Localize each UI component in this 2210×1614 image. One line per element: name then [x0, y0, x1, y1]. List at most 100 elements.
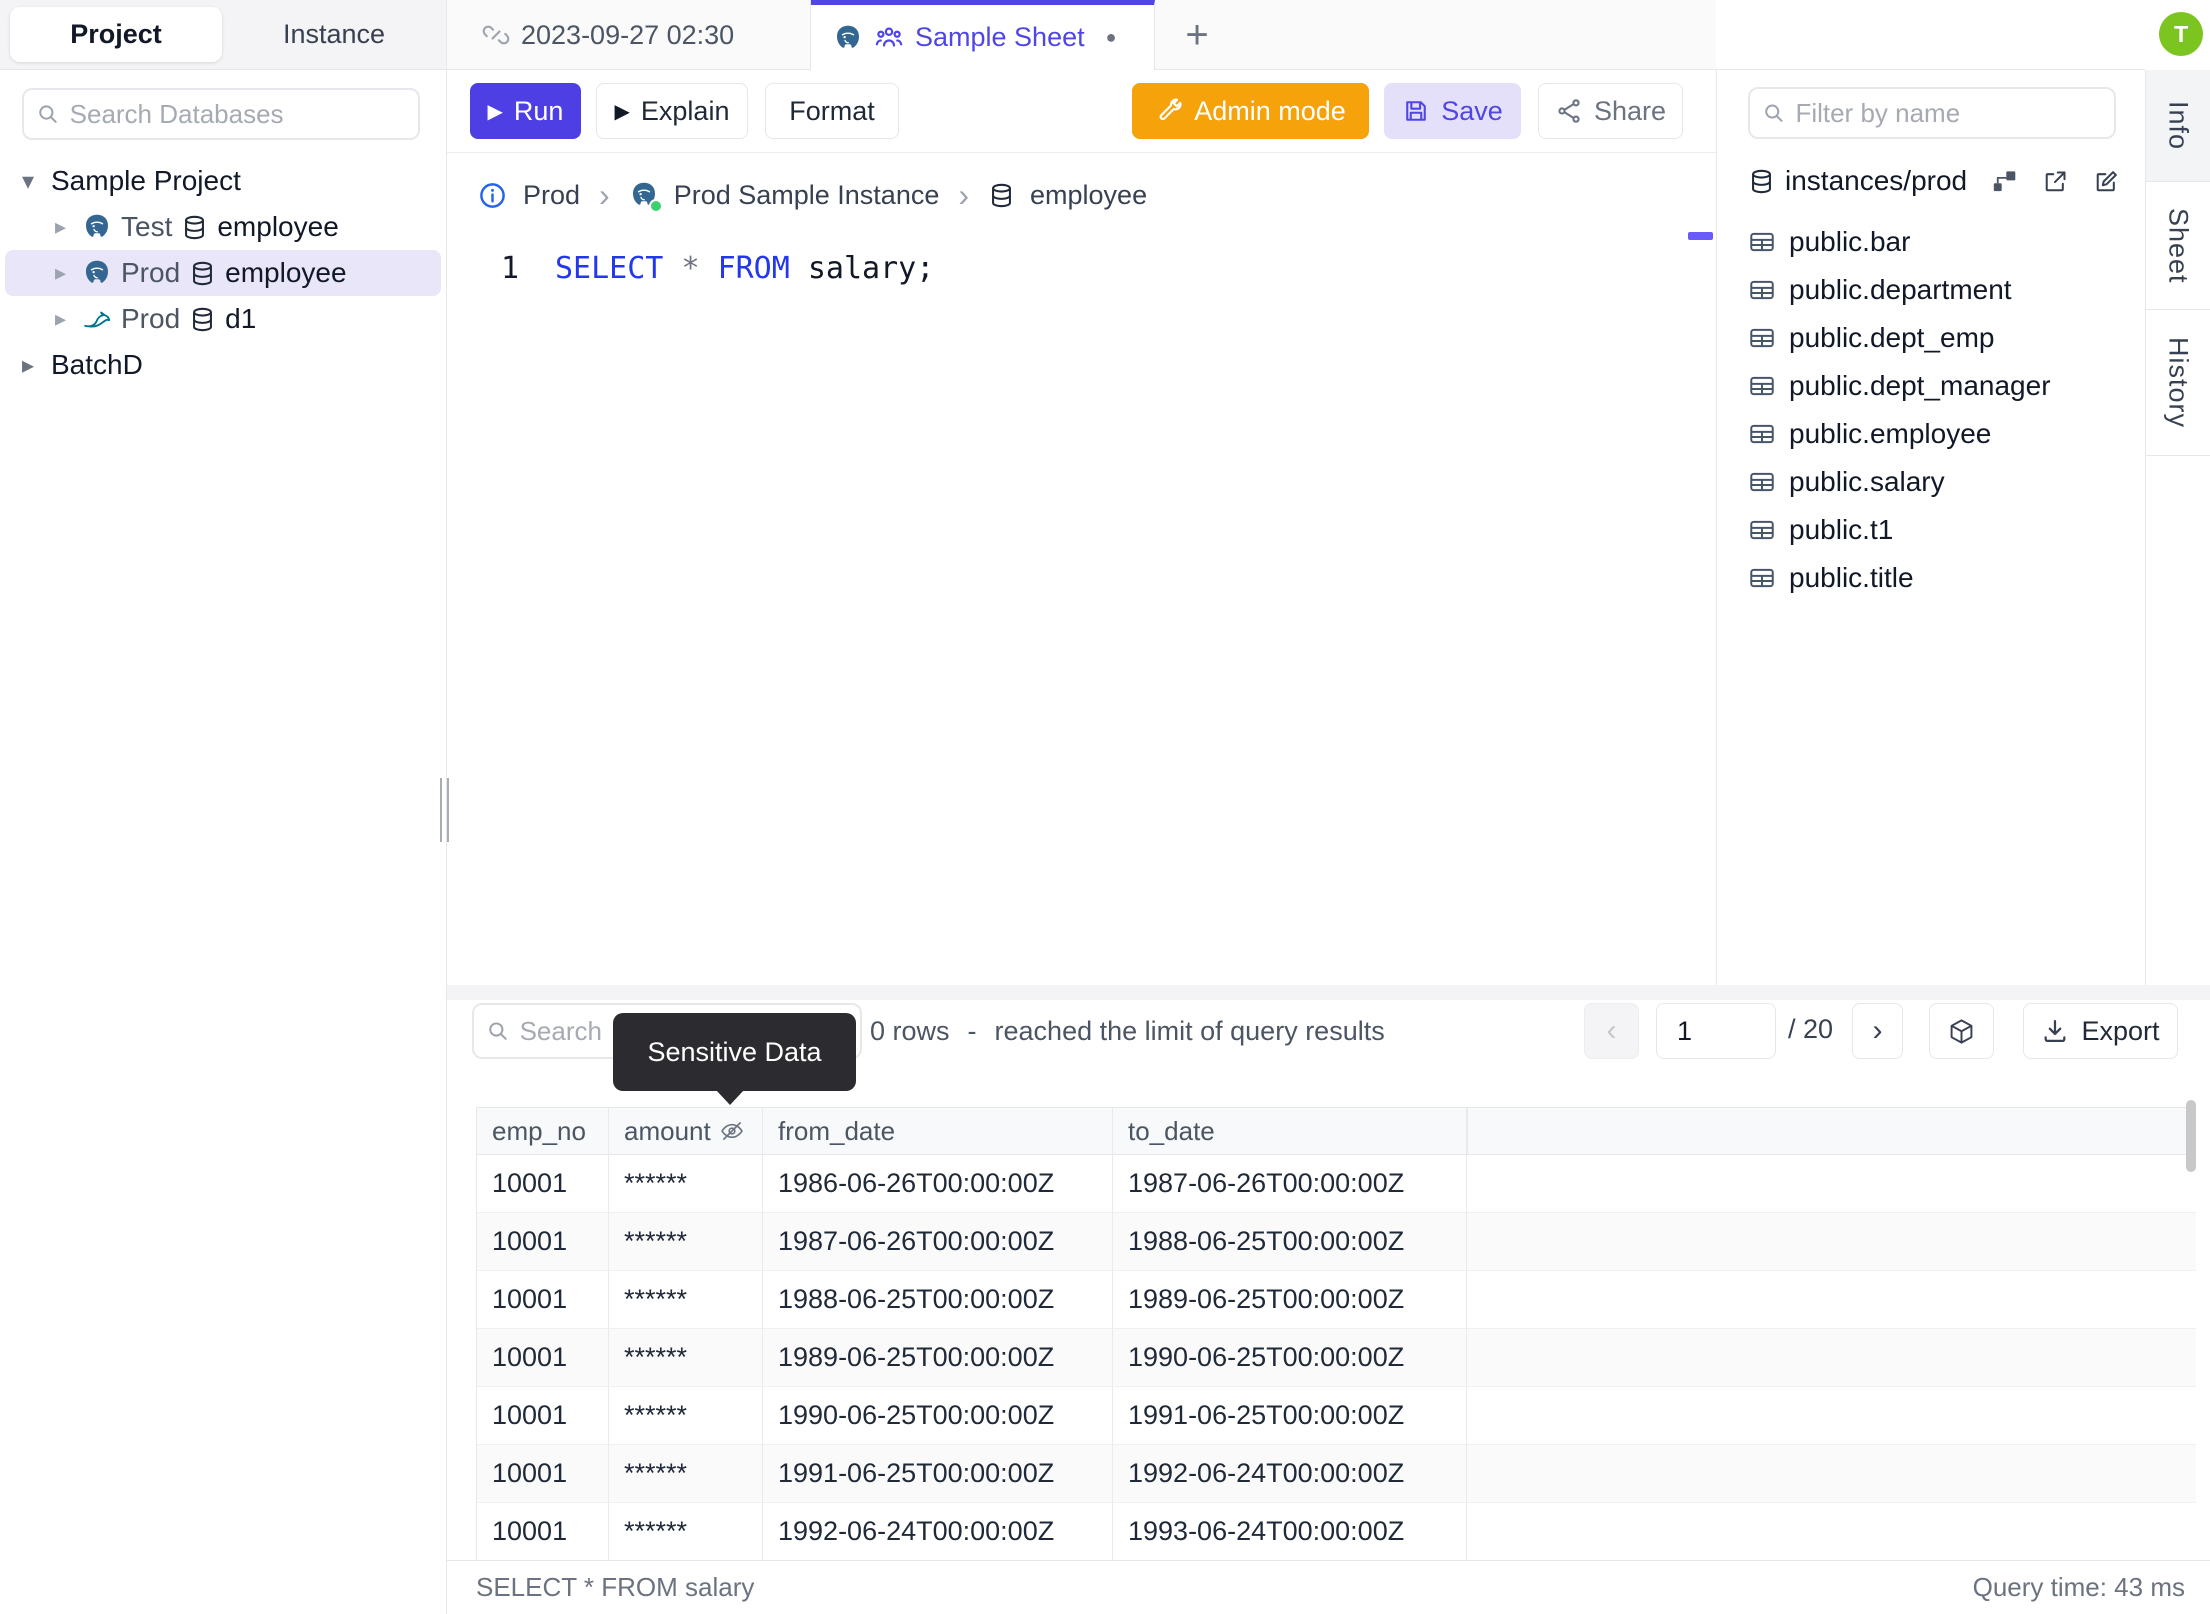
- prev-page-button[interactable]: ‹: [1584, 1003, 1639, 1059]
- page-number-input[interactable]: [1656, 1003, 1776, 1059]
- table-list-item[interactable]: public.dept_emp: [1717, 314, 2145, 362]
- tab-sheet[interactable]: Sheet: [2146, 182, 2210, 310]
- info-icon[interactable]: [477, 180, 508, 211]
- panel-divider: [447, 985, 2210, 1000]
- table-list-item[interactable]: public.employee: [1717, 410, 2145, 458]
- result-view-cube-button[interactable]: [1929, 1003, 1994, 1059]
- play-icon: ▶: [614, 100, 630, 123]
- external-link-icon[interactable]: [2042, 168, 2069, 195]
- run-label: Run: [513, 95, 564, 126]
- table-icon: [1750, 472, 1774, 492]
- postgresql-icon: [86, 214, 108, 237]
- table-row[interactable]: 10001 ****** 1992-06-24T00:00:00Z 1993-0…: [477, 1503, 2196, 1561]
- save-button[interactable]: Save: [1384, 83, 1521, 139]
- vertical-scrollbar-thumb[interactable]: [2186, 1100, 2196, 1172]
- table-row[interactable]: 10001 ****** 1988-06-25T00:00:00Z 1989-0…: [477, 1271, 2196, 1329]
- tree-db-prod-d1[interactable]: ▸ Prod d1: [5, 296, 441, 342]
- column-header-to-date[interactable]: to_date: [1113, 1108, 1467, 1154]
- admin-mode-button[interactable]: Admin mode: [1132, 83, 1369, 139]
- env-label: Test: [121, 211, 173, 242]
- column-header-amount[interactable]: amount: [609, 1108, 763, 1154]
- cell-amount-masked: ******: [609, 1503, 763, 1560]
- filter-by-name-input[interactable]: [1795, 97, 2102, 129]
- sql-editor[interactable]: 1 SELECT * FROM salary;: [447, 237, 1716, 985]
- tree-db-test-employee[interactable]: ▸ Test employee: [5, 204, 441, 250]
- schema-diagram-icon[interactable]: [1991, 168, 2018, 195]
- table-icon: [1750, 232, 1774, 252]
- sql-star: *: [681, 251, 700, 286]
- tree-db-prod-employee[interactable]: ▸ Prod employee: [5, 250, 441, 296]
- eye-off-icon[interactable]: [719, 1118, 745, 1144]
- cell-filler: [1467, 1387, 2196, 1444]
- tab-info[interactable]: Info: [2146, 70, 2210, 182]
- table-list-item[interactable]: public.t1: [1717, 506, 2145, 554]
- connection-row: instances/prod: [1717, 156, 2145, 206]
- explain-button[interactable]: ▶ Explain: [596, 83, 748, 139]
- cell-amount-masked: ******: [609, 1271, 763, 1328]
- table-row[interactable]: 10001 ****** 1989-06-25T00:00:00Z 1990-0…: [477, 1329, 2196, 1387]
- edit-sheet-icon[interactable]: [2093, 168, 2120, 195]
- instance-engine-icon: [629, 180, 663, 213]
- table-row[interactable]: 10001 ****** 1990-06-25T00:00:00Z 1991-0…: [477, 1387, 2196, 1445]
- caret-right-icon: ▸: [55, 260, 67, 285]
- table-list-item[interactable]: public.department: [1717, 266, 2145, 314]
- unsaved-dot-icon: ●: [1105, 27, 1117, 47]
- tab-instance[interactable]: Instance: [222, 0, 446, 69]
- cell-filler: [1467, 1445, 2196, 1502]
- sidebar-resize-handle[interactable]: [440, 778, 456, 842]
- tab-sample-sheet[interactable]: Sample Sheet ●: [811, 0, 1155, 70]
- breadcrumb-instance[interactable]: Prod Sample Instance: [674, 180, 940, 211]
- table-list-item[interactable]: public.bar: [1717, 218, 2145, 266]
- cell-emp-no: 10001: [477, 1329, 609, 1386]
- tree-project-batchd[interactable]: ▸ BatchD: [0, 342, 446, 388]
- next-page-button[interactable]: ›: [1852, 1003, 1903, 1059]
- database-search-box: [22, 88, 420, 140]
- run-button[interactable]: ▶ Run: [470, 83, 581, 139]
- cell-from-date: 1986-06-26T00:00:00Z: [763, 1155, 1113, 1212]
- sql-text: SELECT * FROM salary;: [519, 251, 934, 286]
- search-databases-input[interactable]: [69, 98, 406, 130]
- column-header-from-date[interactable]: from_date: [763, 1108, 1113, 1154]
- sidebar-tab-switcher: Project Instance: [0, 0, 446, 70]
- env-label: Prod: [121, 257, 181, 288]
- table-list-item[interactable]: public.title: [1717, 554, 2145, 602]
- results-table-header: emp_no amount from_date to_date: [477, 1107, 2196, 1155]
- format-button[interactable]: Format: [765, 83, 899, 139]
- table-name: public.bar: [1789, 226, 1911, 257]
- share-button[interactable]: Share: [1538, 83, 1683, 139]
- cell-emp-no: 10001: [477, 1387, 609, 1444]
- minimap-marker: [1688, 232, 1713, 240]
- tab-history[interactable]: History: [2146, 310, 2210, 456]
- project-label: BatchD: [51, 349, 143, 380]
- breadcrumb-environment[interactable]: Prod: [523, 180, 580, 211]
- table-name: public.salary: [1789, 466, 1945, 497]
- save-label: Save: [1441, 95, 1503, 126]
- code-line: 1 SELECT * FROM salary;: [447, 251, 934, 286]
- new-tab-button[interactable]: +: [1173, 0, 1221, 70]
- chevron-right-icon: ›: [958, 176, 970, 213]
- table-icon: [1750, 568, 1774, 588]
- cell-filler: [1467, 1503, 2196, 1560]
- tree-project-sample[interactable]: ▾ Sample Project: [0, 158, 446, 204]
- table-row[interactable]: 10001 ****** 1991-06-25T00:00:00Z 1992-0…: [477, 1445, 2196, 1503]
- table-list-item[interactable]: public.dept_manager: [1717, 362, 2145, 410]
- admin-mode-label: Admin mode: [1194, 95, 1346, 126]
- table-row[interactable]: 10001 ****** 1986-06-26T00:00:00Z 1987-0…: [477, 1155, 2196, 1213]
- connection-name: instances/prod: [1785, 165, 1968, 196]
- column-header-emp-no[interactable]: emp_no: [477, 1108, 609, 1154]
- cell-from-date: 1989-06-25T00:00:00Z: [763, 1329, 1113, 1386]
- breadcrumb-database[interactable]: employee: [1030, 180, 1147, 211]
- table-row[interactable]: 10001 ****** 1987-06-26T00:00:00Z 1988-0…: [477, 1213, 2196, 1271]
- tab-project[interactable]: Project: [10, 7, 222, 62]
- sensitive-data-tooltip: Sensitive Data: [613, 1013, 856, 1105]
- cell-amount-masked: ******: [609, 1213, 763, 1270]
- table-list-item[interactable]: public.salary: [1717, 458, 2145, 506]
- line-number: 1: [500, 251, 519, 286]
- table-name: public.dept_emp: [1789, 322, 1995, 353]
- export-button[interactable]: Export: [2023, 1003, 2178, 1059]
- results-panel: 0 rows - reached the limit of query resu…: [447, 985, 2210, 1614]
- explain-label: Explain: [640, 95, 730, 126]
- table-name: public.dept_manager: [1789, 370, 2051, 401]
- tab-unsaved-sheet[interactable]: 2023-09-27 02:30: [460, 0, 811, 70]
- avatar[interactable]: T: [2159, 12, 2203, 56]
